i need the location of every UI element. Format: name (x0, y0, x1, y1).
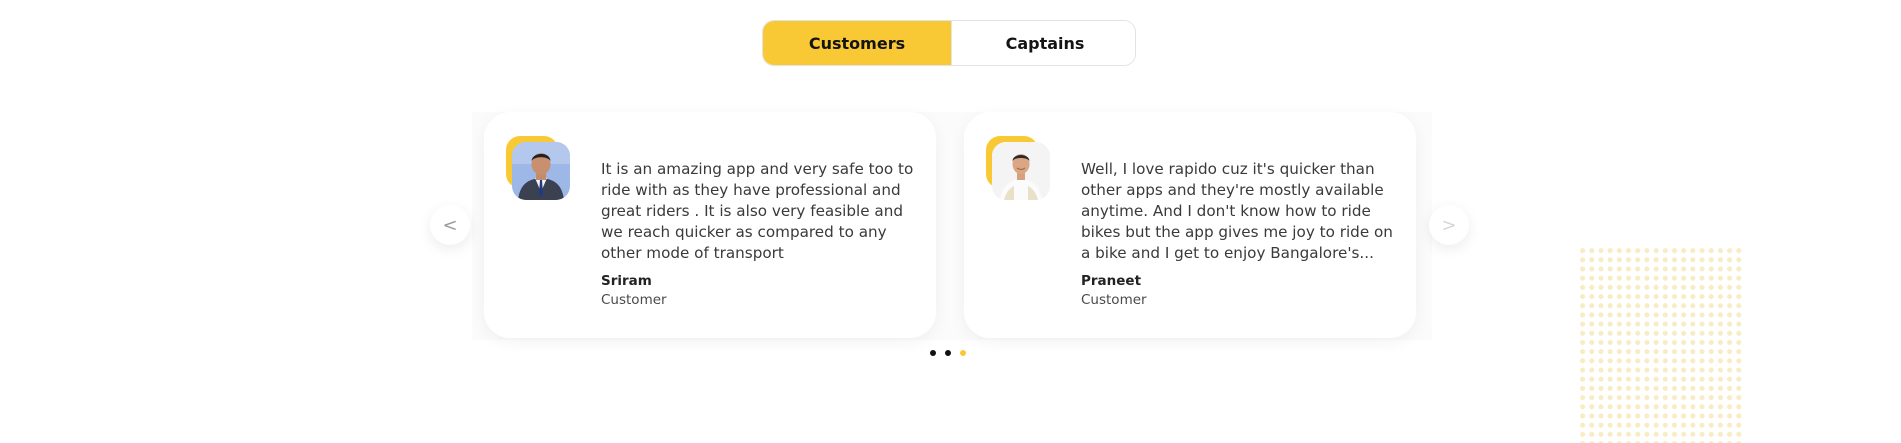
tab-captains[interactable]: Captains (951, 21, 1135, 65)
testimonial-author-name: Sriram (601, 273, 652, 289)
decorative-dot-pattern (1576, 244, 1744, 443)
testimonial-author-name: Praneet (1081, 273, 1142, 289)
pagination-dot[interactable] (930, 350, 936, 356)
man-in-suit-photo (512, 142, 570, 200)
testimonial-carousel: It is an amazing app and very safe too t… (468, 112, 1432, 340)
avatar (512, 142, 570, 200)
testimonial-quote: Well, I love rapido cuz it's quicker tha… (1081, 160, 1393, 262)
testimonial-quote: It is an amazing app and very safe too t… (601, 160, 914, 262)
testimonial-card: It is an amazing app and very safe too t… (484, 112, 936, 338)
testimonial-author-role: Customer (1081, 292, 1147, 308)
avatar-frame (986, 136, 1052, 202)
chevron-left-icon: < (442, 214, 458, 236)
man-in-white-shirt-photo (992, 142, 1050, 200)
pagination-dot[interactable] (945, 350, 951, 356)
carousel-pagination (930, 350, 966, 356)
avatar-frame (506, 136, 572, 202)
pagination-dot-active[interactable] (960, 350, 966, 356)
testimonial-card: Well, I love rapido cuz it's quicker tha… (964, 112, 1416, 338)
testimonial-author-role: Customer (601, 292, 667, 308)
tab-customers[interactable]: Customers (763, 21, 951, 65)
carousel-next-button[interactable]: > (1429, 205, 1469, 245)
avatar (992, 142, 1050, 200)
carousel-prev-button[interactable]: < (430, 205, 470, 245)
audience-tabs: Customers Captains (762, 20, 1136, 66)
chevron-right-icon: > (1441, 214, 1457, 236)
testimonials-section: Customers Captains It is an amazing app … (0, 0, 1901, 443)
